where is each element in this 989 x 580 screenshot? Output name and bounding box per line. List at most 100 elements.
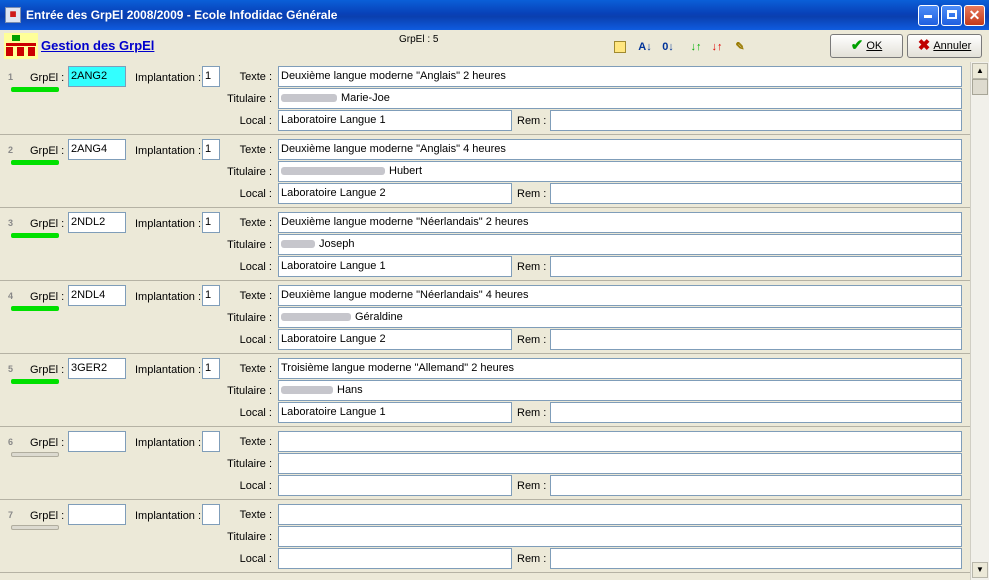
record-number: 1 xyxy=(8,72,14,82)
grid-icon[interactable] xyxy=(612,39,628,55)
local-field[interactable]: Laboratoire Langue 2 xyxy=(278,329,512,350)
titulaire-field[interactable]: Hubert xyxy=(278,161,962,182)
texte-field[interactable]: Deuxième langue moderne "Néerlandais" 2 … xyxy=(278,212,962,233)
ok-button[interactable]: ✔ OK xyxy=(830,34,903,58)
rem-label: Rem : xyxy=(517,480,547,492)
titulaire-label: Titulaire : xyxy=(227,385,272,397)
rem-label: Rem : xyxy=(517,261,547,273)
local-field[interactable]: Laboratoire Langue 1 xyxy=(278,256,512,277)
record-row: 3 GrpEl : 2NDL2 Implantation : 1 Texte :… xyxy=(0,208,970,281)
texte-field[interactable] xyxy=(278,431,962,452)
grpel-code-field[interactable] xyxy=(68,504,126,525)
implantation-field[interactable]: 1 xyxy=(202,358,220,379)
sort-numeric-icon[interactable]: 0↓ xyxy=(660,39,676,55)
window-title: Entrée des GrpEl 2008/2009 - Ecole Infod… xyxy=(26,8,338,22)
rem-label: Rem : xyxy=(517,334,547,346)
texte-field[interactable]: Deuxième langue moderne "Anglais" 4 heur… xyxy=(278,139,962,160)
sort-ascending-icon[interactable]: A↓ xyxy=(637,39,653,55)
record-number: 3 xyxy=(8,218,14,228)
texte-field[interactable]: Deuxième langue moderne "Néerlandais" 4 … xyxy=(278,285,962,306)
grpel-code-field[interactable]: 2NDL4 xyxy=(68,285,126,306)
record-number: 5 xyxy=(8,364,14,374)
redacted-name xyxy=(281,313,351,322)
implantation-label: Implantation : xyxy=(135,437,202,449)
close-button[interactable]: ✕ xyxy=(964,5,985,26)
record-row: 1 GrpEl : 2ANG2 Implantation : 1 Texte :… xyxy=(0,62,970,135)
local-field[interactable]: Laboratoire Langue 1 xyxy=(278,110,512,131)
minimize-button[interactable] xyxy=(918,5,939,26)
rem-field[interactable] xyxy=(550,183,962,204)
implantation-field[interactable]: 1 xyxy=(202,66,220,87)
implantation-label: Implantation : xyxy=(135,510,202,522)
scroll-thumb[interactable] xyxy=(972,79,988,95)
local-field[interactable]: Laboratoire Langue 2 xyxy=(278,183,512,204)
status-bar[interactable] xyxy=(11,87,59,92)
close-icon: ✕ xyxy=(968,7,981,23)
status-bar[interactable] xyxy=(11,379,59,384)
move-green-icon[interactable]: ↓↑ xyxy=(688,39,704,55)
status-bar[interactable] xyxy=(11,306,59,311)
record-number: 2 xyxy=(8,145,14,155)
status-bar[interactable] xyxy=(11,452,59,457)
maximize-button[interactable] xyxy=(941,5,962,26)
local-label: Local : xyxy=(239,334,272,346)
implantation-field[interactable]: 1 xyxy=(202,212,220,233)
rem-field[interactable] xyxy=(550,475,962,496)
titulaire-field[interactable]: Joseph xyxy=(278,234,962,255)
eraser-icon[interactable]: ✎ xyxy=(732,39,748,55)
titulaire-field[interactable] xyxy=(278,526,962,547)
titulaire-field[interactable]: Géraldine xyxy=(278,307,962,328)
rem-field[interactable] xyxy=(550,402,962,423)
implantation-label: Implantation : xyxy=(135,218,202,230)
implantation-label: Implantation : xyxy=(135,364,202,376)
implantation-field[interactable]: 1 xyxy=(202,285,220,306)
cancel-button[interactable]: ✖ Annuler xyxy=(907,34,982,58)
record-row: 7 GrpEl : Implantation : Texte : Titulai… xyxy=(0,500,970,573)
titulaire-field[interactable] xyxy=(278,453,962,474)
page-title-link[interactable]: Gestion des GrpEl xyxy=(41,38,154,53)
texte-field[interactable]: Deuxième langue moderne "Anglais" 2 heur… xyxy=(278,66,962,87)
maximize-icon xyxy=(946,10,957,19)
titulaire-field[interactable]: Marie-Joe xyxy=(278,88,962,109)
status-bar[interactable] xyxy=(11,160,59,165)
grpel-code-field[interactable]: 2ANG4 xyxy=(68,139,126,160)
rem-field[interactable] xyxy=(550,110,962,131)
status-bar[interactable] xyxy=(11,233,59,238)
titulaire-field[interactable]: Hans xyxy=(278,380,962,401)
rem-field[interactable] xyxy=(550,329,962,350)
rem-field[interactable] xyxy=(550,548,962,569)
local-field[interactable] xyxy=(278,548,512,569)
titulaire-label: Titulaire : xyxy=(227,531,272,543)
rem-label: Rem : xyxy=(517,553,547,565)
texte-field[interactable] xyxy=(278,504,962,525)
local-label: Local : xyxy=(239,407,272,419)
rem-field[interactable] xyxy=(550,256,962,277)
implantation-field[interactable] xyxy=(202,504,220,525)
record-row: 6 GrpEl : Implantation : Texte : Titulai… xyxy=(0,427,970,500)
grpel-code-field[interactable]: 2NDL2 xyxy=(68,212,126,233)
rem-label: Rem : xyxy=(517,188,547,200)
vertical-scrollbar[interactable]: ▲ ▼ xyxy=(970,62,989,580)
texte-label: Texte : xyxy=(239,217,272,229)
scroll-up-icon[interactable]: ▲ xyxy=(972,63,988,79)
move-red-icon[interactable]: ↓↑ xyxy=(709,39,725,55)
org-chart-icon xyxy=(4,33,38,59)
local-field[interactable]: Laboratoire Langue 1 xyxy=(278,402,512,423)
record-number: 4 xyxy=(8,291,14,301)
records-list: 1 GrpEl : 2ANG2 Implantation : 1 Texte :… xyxy=(0,62,970,580)
local-field[interactable] xyxy=(278,475,512,496)
implantation-label: Implantation : xyxy=(135,291,202,303)
scroll-down-icon[interactable]: ▼ xyxy=(972,562,988,578)
grpel-code-field[interactable]: 3GER2 xyxy=(68,358,126,379)
texte-field[interactable]: Troisième langue moderne "Allemand" 2 he… xyxy=(278,358,962,379)
implantation-field[interactable] xyxy=(202,431,220,452)
texte-label: Texte : xyxy=(239,436,272,448)
title-bar: ▦ Entrée des GrpEl 2008/2009 - Ecole Inf… xyxy=(0,0,989,30)
checkmark-icon: ✔ xyxy=(850,37,864,55)
record-row: 2 GrpEl : 2ANG4 Implantation : 1 Texte :… xyxy=(0,135,970,208)
grpel-code-field[interactable]: 2ANG2 xyxy=(68,66,126,87)
status-bar[interactable] xyxy=(11,525,59,530)
grpel-code-field[interactable] xyxy=(68,431,126,452)
local-label: Local : xyxy=(239,480,272,492)
implantation-field[interactable]: 1 xyxy=(202,139,220,160)
